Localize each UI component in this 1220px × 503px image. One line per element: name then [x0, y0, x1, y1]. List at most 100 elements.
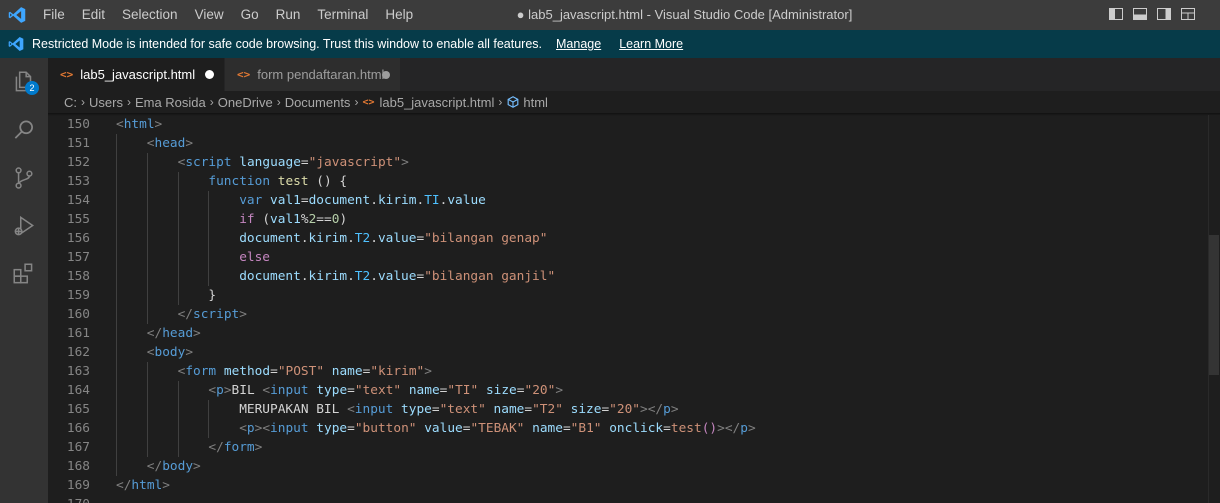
tab-label: lab5_javascript.html	[80, 67, 196, 82]
code-token: ><	[254, 421, 271, 436]
indent-guide	[177, 248, 179, 267]
code-token: size	[485, 383, 517, 398]
code-token: type	[401, 402, 432, 417]
code-line[interactable]: 170	[48, 495, 1208, 503]
code-line[interactable]: 161 </head>	[48, 324, 1208, 343]
source-control-icon[interactable]	[0, 154, 48, 202]
breadcrumb-documents[interactable]: Documents	[285, 95, 351, 110]
code-token: function	[208, 174, 271, 189]
indent-guide	[146, 305, 148, 324]
customize-layout-icon[interactable]	[1180, 6, 1196, 22]
indent-guide	[177, 381, 179, 400]
explorer-icon[interactable]: 2	[0, 58, 48, 106]
menu-edit[interactable]: Edit	[75, 0, 112, 30]
tab-lab5-javascript[interactable]: <> lab5_javascript.html	[48, 58, 224, 91]
indent-guide	[116, 343, 117, 362]
menu-help[interactable]: Help	[378, 0, 420, 30]
menu-view[interactable]: View	[188, 0, 231, 30]
code-token: "TI"	[447, 383, 479, 398]
code-line[interactable]: 159}	[48, 286, 1208, 305]
code-line[interactable]: 162 <body>	[48, 343, 1208, 362]
code-token: body	[162, 459, 194, 474]
menu-file[interactable]: File	[36, 0, 72, 30]
indent-guide	[146, 286, 148, 305]
code-line[interactable]: 158 document.kirim.T2.value="bilangan gan…	[48, 267, 1208, 286]
code-line[interactable]: 160 </script>	[48, 305, 1208, 324]
code-token: >	[193, 326, 201, 341]
code-token: type	[316, 383, 348, 398]
line-number: 166	[66, 421, 90, 436]
indent-guide	[116, 172, 117, 191]
learn-more-link[interactable]: Learn More	[619, 37, 683, 51]
manage-link[interactable]: Manage	[556, 37, 601, 51]
scrollbar-thumb[interactable]	[1209, 235, 1219, 375]
code-text: <script language="javascript">	[178, 153, 409, 172]
tab-form-pendaftaran[interactable]: <> form pendaftaran.html	[224, 58, 400, 91]
code-token: "text"	[439, 402, 486, 417]
breadcrumb-user[interactable]: Ema Rosida	[135, 95, 206, 110]
code-editor[interactable]: 150 <html> 151 <head> 152 <script language="j…	[48, 115, 1208, 503]
code-line[interactable]: 164 <p>BIL <input type="text" name="TI" s…	[48, 381, 1208, 400]
code-line[interactable]: 167 </form>	[48, 438, 1208, 457]
chevron-right-icon: ›	[354, 95, 359, 109]
line-number: 163	[66, 364, 90, 379]
code-line[interactable]: 152 <script language="javascript">	[48, 153, 1208, 172]
indent-guide	[208, 267, 210, 286]
code-line[interactable]: 157 else	[48, 248, 1208, 267]
code-line[interactable]: 163 <form method="POST" name="kirim">	[48, 362, 1208, 381]
code-token: T2	[354, 269, 371, 284]
breadcrumb-symbol[interactable]: html	[523, 95, 548, 110]
code-token: "TEBAK"	[470, 421, 525, 436]
code-text: <p>BIL <input type="text" name="TI" size…	[208, 381, 563, 400]
code-line[interactable]: 154 var val1=document.kirim.TI.value	[48, 191, 1208, 210]
code-token: BIL	[231, 383, 263, 398]
indent-guide	[116, 134, 117, 153]
code-token: value	[377, 269, 417, 284]
code-token: <	[347, 402, 355, 417]
menu-selection[interactable]: Selection	[115, 0, 185, 30]
toggle-secondary-sidebar-icon[interactable]	[1156, 6, 1172, 22]
extensions-icon[interactable]	[0, 250, 48, 298]
code-line[interactable]: 150 <html>	[48, 115, 1208, 134]
breadcrumb-users[interactable]: Users	[89, 95, 123, 110]
indent-guide	[146, 210, 148, 229]
code-token: =	[663, 421, 671, 436]
editor-tab-bar: <> lab5_javascript.html <> form pendafta…	[48, 58, 1220, 91]
breadcrumb-onedrive[interactable]: OneDrive	[218, 95, 273, 110]
menu-go[interactable]: Go	[234, 0, 266, 30]
code-line[interactable]: 155 if (val1%2==0)	[48, 210, 1208, 229]
menu-run[interactable]: Run	[269, 0, 308, 30]
code-token: p	[740, 421, 748, 436]
code-token: value	[377, 231, 417, 246]
code-token: val1	[270, 212, 301, 227]
code-line[interactable]: 166 <p><input type="button" value="TEBAK"…	[48, 419, 1208, 438]
indent-guide	[177, 172, 179, 191]
toggle-primary-sidebar-icon[interactable]	[1108, 6, 1124, 22]
code-line[interactable]: 156 document.kirim.T2.value="bilangan gen…	[48, 229, 1208, 248]
indent-guide	[208, 400, 210, 419]
code-token: =	[270, 364, 278, 379]
run-debug-icon[interactable]	[0, 202, 48, 250]
vertical-scrollbar[interactable]	[1208, 115, 1220, 503]
code-token: form	[223, 440, 255, 455]
code-token: >	[747, 421, 756, 436]
code-token: .	[347, 231, 355, 246]
code-line[interactable]: 169 </html>	[48, 476, 1208, 495]
indent-guide	[146, 172, 148, 191]
search-icon[interactable]	[0, 106, 48, 154]
unsaved-dot-icon[interactable]	[382, 71, 390, 79]
unsaved-dot-icon[interactable]	[205, 70, 214, 79]
toggle-panel-icon[interactable]	[1132, 6, 1148, 22]
code-token: val1	[270, 193, 301, 208]
html-file-icon: <>	[362, 96, 375, 108]
code-token: T2	[354, 231, 371, 246]
breadcrumb-file[interactable]: lab5_javascript.html	[379, 95, 494, 110]
code-token: kirim	[377, 193, 417, 208]
code-line[interactable]: 151 <head>	[48, 134, 1208, 153]
code-line[interactable]: 165 MERUPAKAN BIL <input type="text" name…	[48, 400, 1208, 419]
breadcrumb-drive[interactable]: C:	[64, 95, 77, 110]
code-token: name	[331, 364, 363, 379]
code-line[interactable]: 168 </body>	[48, 457, 1208, 476]
code-line[interactable]: 153 function test () {	[48, 172, 1208, 191]
menu-terminal[interactable]: Terminal	[310, 0, 375, 30]
